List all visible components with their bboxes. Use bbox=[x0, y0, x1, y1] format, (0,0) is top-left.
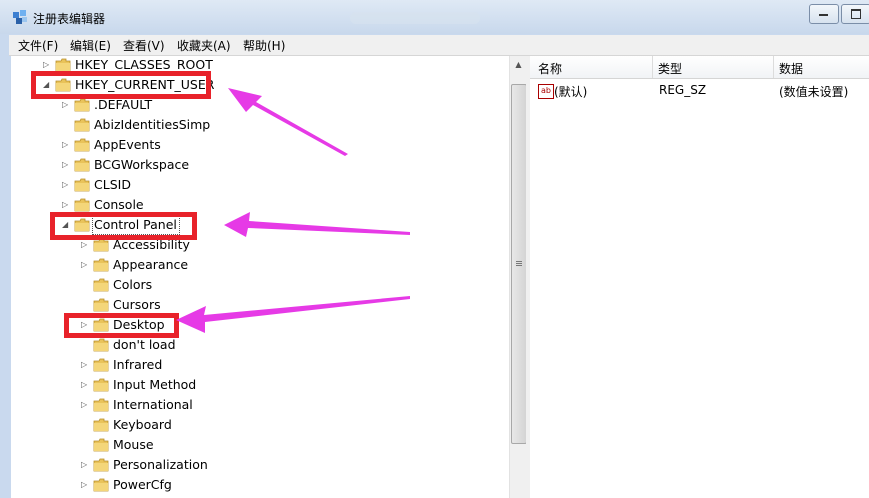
arrow-1-icon bbox=[228, 88, 348, 156]
annotation-arrows bbox=[176, 88, 410, 333]
arrow-3-icon bbox=[176, 296, 410, 333]
arrow-2-icon bbox=[224, 212, 410, 237]
